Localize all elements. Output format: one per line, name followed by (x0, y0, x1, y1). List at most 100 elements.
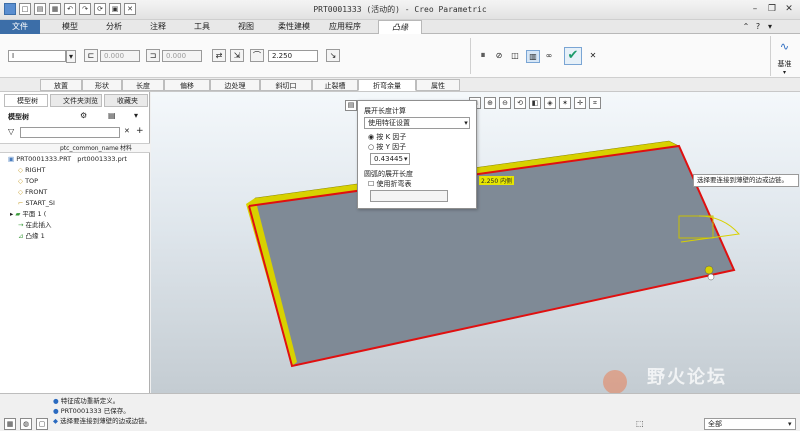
subtab-properties[interactable]: 属性 (416, 79, 460, 91)
tree-node-plane[interactable]: ▸ ▰ 平面 1 ( (10, 209, 46, 219)
minimize-ribbon-icon[interactable]: ⌃ (740, 20, 752, 34)
preview-icon[interactable]: ◫ (508, 50, 522, 63)
radius-side-icon[interactable]: ↘ (326, 49, 340, 62)
length2-field[interactable]: 0.000 (162, 50, 202, 62)
expand-icon[interactable]: ▸ (10, 210, 13, 218)
close-button[interactable]: ✕ (782, 3, 796, 16)
show-icon[interactable]: ▾ (134, 111, 138, 120)
close-window-icon[interactable]: ✕ (124, 3, 136, 15)
bend-allowance-panel: 展开长度计算 使用特征设置 ▾ ◉ 按 K 因子 ○ 按 Y 因子 0.4344… (357, 100, 477, 209)
radio-k-factor[interactable]: ◉ 按 K 因子 (368, 132, 406, 142)
tree-filter-icon[interactable]: ▤ (108, 111, 116, 120)
subtab-shape[interactable]: 形状 (82, 79, 122, 91)
tree-search-input[interactable] (20, 127, 120, 138)
length-calc-dropdown-icon[interactable]: ▾ (462, 117, 470, 129)
thickness-field[interactable]: 2.250 (268, 50, 318, 62)
subtab-placement[interactable]: 放置 (40, 79, 82, 91)
selection-tooltip: 选择要连接到薄壁的边或边链。 (693, 174, 799, 187)
repaint-icon[interactable]: ⟲ (514, 97, 526, 109)
thickness-side-icon[interactable]: ⇲ (230, 49, 244, 62)
tab-file[interactable]: 文件 (0, 20, 40, 34)
k-factor-dropdown-icon[interactable]: ▾ (404, 153, 412, 165)
regenerate-icon[interactable]: ⟳ (94, 3, 106, 15)
length1-field[interactable]: 0.000 (100, 50, 140, 62)
tab-model[interactable]: 模型 (48, 20, 92, 34)
pause-button[interactable]: ⏸ (476, 50, 490, 63)
tab-flexible-modeling[interactable]: 柔性建模 (268, 20, 320, 34)
tab-analysis[interactable]: 分析 (92, 20, 136, 34)
saved-views-icon[interactable]: ◈ (544, 97, 556, 109)
zoom-out-icon[interactable]: ⊖ (499, 97, 511, 109)
redo-icon[interactable]: ↷ (79, 3, 91, 15)
open-icon[interactable]: ▤ (34, 3, 46, 15)
navigator-icon[interactable]: ▦ (4, 418, 16, 430)
status-icons: ▦ ◍ ▢ (4, 418, 48, 430)
length1-type-icon[interactable]: ⊏ (84, 49, 98, 62)
browser-icon[interactable]: ◍ (20, 418, 32, 430)
tree-node-flange[interactable]: ⊿ 凸缘 1 (18, 231, 45, 241)
subtab-relief[interactable]: 止裂槽 (312, 79, 358, 91)
help-menu-icon[interactable]: ▾ (764, 20, 776, 34)
tab-tools[interactable]: 工具 (180, 20, 224, 34)
radio-y-factor[interactable]: ○ 按 Y 因子 (368, 142, 406, 152)
selection-filter-icon[interactable]: ⬚ (636, 418, 654, 430)
tree-node-right[interactable]: ◇ RIGHT (18, 165, 45, 175)
fullscreen-icon[interactable]: ▢ (36, 418, 48, 430)
new-icon[interactable]: □ (19, 3, 31, 15)
filter-dropdown-icon[interactable]: ▾ (788, 418, 792, 430)
view-manager-icon[interactable]: ▤ (345, 100, 357, 111)
tab-model-tree[interactable]: 模型树 (4, 94, 48, 107)
shape-select[interactable]: I (8, 50, 66, 62)
use-radius-icon[interactable]: ⌒ (250, 49, 264, 62)
flip-direction-icon[interactable]: ⇄ (212, 49, 226, 62)
verify-icon[interactable]: ▥ (526, 50, 540, 63)
tree-settings-icon[interactable]: ⚙ (80, 111, 87, 120)
tab-flange[interactable]: 凸缘 (378, 20, 422, 34)
spin-center-icon[interactable]: ✛ (574, 97, 586, 109)
minimize-button[interactable]: – (748, 3, 762, 16)
status-message-text: PRT0001333 已保存。 (60, 407, 130, 415)
clear-search-icon[interactable]: ✕ (124, 127, 130, 135)
tree-node-front[interactable]: ◇ FRONT (18, 187, 47, 197)
menu-bar: 文件 模型 分析 注释 工具 视图 柔性建模 应用程序 凸缘 ⌃ ? ▾ (0, 20, 800, 34)
glasses-icon[interactable]: ∞ (542, 50, 556, 63)
drag-handle-secondary[interactable] (707, 273, 715, 281)
use-bend-table-checkbox[interactable]: ☐ 使用折弯表 (368, 179, 412, 189)
tree-node-top[interactable]: ◇ TOP (18, 176, 38, 186)
datum-group[interactable]: ∿ 基准 ▾ (770, 36, 798, 76)
tab-annotate[interactable]: 注释 (136, 20, 180, 34)
tree-node-csys[interactable]: ⌐ START_SI (18, 198, 55, 208)
cancel-button[interactable]: ✕ (586, 50, 600, 63)
tree-root[interactable]: ▣ PRT0001333.PRT prt0001333.prt (8, 154, 127, 164)
tab-view[interactable]: 视图 (224, 20, 268, 34)
restore-button[interactable]: ❐ (765, 3, 779, 16)
ok-button[interactable]: ✔ (564, 47, 582, 65)
length-calc-dropdown[interactable]: 使用特征设置 (364, 117, 470, 129)
tab-applications[interactable]: 应用程序 (320, 20, 370, 34)
zoom-in-icon[interactable]: ⊕ (484, 97, 496, 109)
annotation-display-icon[interactable]: ⌗ (589, 97, 601, 109)
tab-folder-browser[interactable]: 文件夹浏览 (50, 94, 102, 107)
display-style-icon[interactable]: ◧ (529, 97, 541, 109)
selection-filter-dropdown[interactable]: 全部 (704, 418, 796, 430)
undo-icon[interactable]: ↶ (64, 3, 76, 15)
subtab-offset[interactable]: 偏移 (164, 79, 210, 91)
datum-display-icon[interactable]: ✶ (559, 97, 571, 109)
dimension-label[interactable]: 2.250 内侧 (479, 176, 515, 185)
subtab-bend-allowance[interactable]: 折弯余量 (358, 79, 416, 91)
length2-type-icon[interactable]: ⊐ (146, 49, 160, 62)
save-icon[interactable]: ▦ (49, 3, 61, 15)
model-tree-panel: 模型树 文件夹浏览 收藏夹 模型树 ⚙ ▤ ▾ ▽ ✕ + ptc_common… (0, 92, 150, 393)
shape-dropdown-icon[interactable]: ▾ (66, 50, 76, 63)
subtab-edge-treatment[interactable]: 边处理 (210, 79, 260, 91)
tab-favorites[interactable]: 收藏夹 (104, 94, 148, 107)
subtab-length[interactable]: 长度 (122, 79, 164, 91)
tree-node-insert-here[interactable]: → 在此插入 (18, 220, 52, 230)
add-column-icon[interactable]: + (136, 126, 144, 136)
subtab-miter-cuts[interactable]: 斜切口 (260, 79, 312, 91)
no-preview-icon[interactable]: ⊘ (492, 50, 506, 63)
drag-handle[interactable] (704, 265, 714, 275)
help-icon[interactable]: ? (752, 20, 764, 34)
windows-icon[interactable]: ▣ (109, 3, 121, 15)
funnel-icon[interactable]: ▽ (8, 127, 14, 136)
